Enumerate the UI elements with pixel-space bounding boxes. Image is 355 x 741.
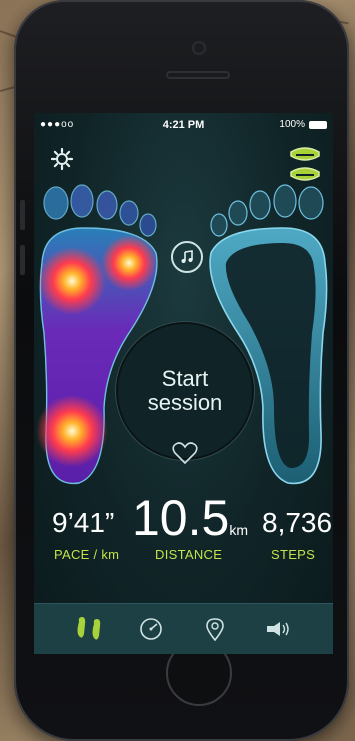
steps-value: 8,736 [262, 507, 333, 538]
start-session-line1: Start [161, 366, 209, 391]
music-note-icon [181, 250, 193, 263]
pace-value: 9’41” [52, 507, 115, 538]
pace-label: PACE / km [54, 547, 120, 562]
tab-bar [34, 603, 333, 654]
coach-megaphone-icon [267, 622, 289, 636]
distance-display: 10.5km [132, 489, 248, 547]
tab-location[interactable] [200, 616, 230, 642]
earpiece-speaker [166, 71, 230, 79]
heart-rate-button[interactable] [172, 441, 198, 465]
footprints-icon [77, 617, 101, 640]
start-session-line2: session [147, 390, 223, 415]
app-screen: ●●●oo 4:21 PM 100% Start session 9’41” P… [34, 113, 333, 654]
tab-coach[interactable] [262, 616, 292, 642]
volume-button[interactable] [20, 200, 25, 230]
speedometer-icon [140, 618, 162, 640]
distance-value: 10.5 [132, 490, 230, 546]
start-session-button[interactable]: Start session [116, 322, 254, 460]
insoles-icon [290, 147, 320, 181]
volume-button[interactable] [20, 245, 25, 275]
settings-button[interactable] [50, 147, 74, 171]
gear-icon [50, 147, 74, 171]
front-camera [194, 43, 204, 53]
tab-speed[interactable] [136, 616, 166, 642]
battery-percent: 100% [279, 119, 305, 130]
steps-label: STEPS [271, 547, 316, 562]
heart-icon [172, 442, 198, 465]
tab-activity[interactable] [74, 616, 104, 642]
location-pin-icon [206, 618, 224, 642]
battery-icon [309, 121, 327, 129]
music-button[interactable] [171, 241, 203, 273]
status-bar: ●●●oo 4:21 PM 100% [34, 119, 333, 133]
distance-unit: km [229, 522, 248, 538]
distance-label: DISTANCE [155, 547, 223, 562]
insoles-button[interactable] [288, 146, 322, 188]
